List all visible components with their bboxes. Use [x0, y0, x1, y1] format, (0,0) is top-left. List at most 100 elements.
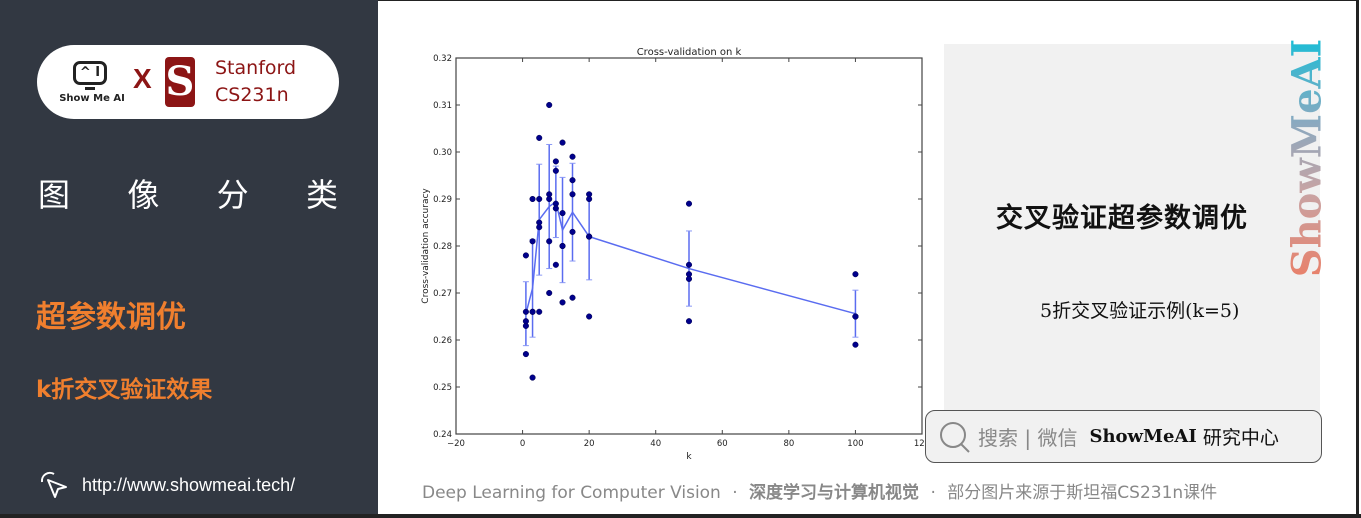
website-url[interactable]: http://www.showmeai.tech/: [82, 475, 295, 496]
data-point: [522, 322, 529, 329]
x-tick-label: 20: [584, 439, 595, 449]
search-placeholder: 搜索 | 微信: [978, 426, 1078, 450]
y-tick-label: 0.25: [433, 383, 452, 393]
y-tick-label: 0.26: [433, 336, 452, 346]
y-tick-label: 0.27: [433, 289, 452, 299]
footer: Deep Learning for Computer Vision · 深度学习…: [422, 478, 1217, 503]
data-point: [522, 308, 529, 315]
data-point: [546, 195, 553, 203]
right-panel: [944, 44, 1320, 440]
y-tick-label: 0.32: [433, 54, 452, 64]
data-point: [552, 167, 559, 174]
data-point: [559, 139, 566, 146]
y-tick-label: 0.30: [433, 148, 452, 158]
right-border: [1356, 0, 1359, 518]
data-point: [586, 313, 593, 320]
data-point: [529, 238, 536, 245]
data-point: [522, 351, 529, 358]
data-point: [546, 238, 553, 245]
website-link[interactable]: http://www.showmeai.tech/: [36, 470, 295, 500]
x-tick-label: −20: [447, 439, 465, 449]
brand-vertical-text: ShowMeAI: [1283, 38, 1331, 278]
logo-banner: ^ I Show Me AI X S Stanford CS231n: [37, 45, 339, 119]
showmeai-vertical-brand: ShowMeAI: [1284, 39, 1331, 278]
y-axis-label: Cross-validation accuracy: [421, 188, 431, 304]
data-point: [546, 289, 553, 297]
footer-separator: ·: [732, 483, 738, 503]
search-center-text: 研究中心: [1202, 427, 1279, 449]
data-point: [852, 341, 859, 348]
data-point: [586, 195, 593, 203]
topic-heading: 超参数调优: [36, 300, 186, 335]
stanford-s-letter: S: [165, 58, 195, 105]
data-point: [529, 195, 536, 203]
search-brand: ShowMeAI: [1089, 426, 1197, 447]
y-tick-label: 0.24: [433, 430, 452, 440]
y-tick-label: 0.28: [433, 242, 452, 252]
stanford-line1: Stanford: [215, 57, 297, 79]
section-char: 分: [216, 176, 249, 214]
x-tick-label: 60: [717, 439, 728, 449]
data-point: [569, 191, 576, 198]
section-char: 类: [305, 176, 338, 214]
data-point: [536, 195, 543, 203]
data-point: [685, 261, 693, 268]
data-point: [685, 318, 693, 325]
section-char: 像: [127, 176, 160, 214]
data-point: [546, 101, 553, 109]
data-point: [536, 134, 543, 141]
x-tick-label: 80: [783, 439, 794, 449]
cross-validation-chart: Cross-validation on k −20 0 20 40 60 80 100 120…: [421, 47, 930, 462]
data-point: [552, 205, 559, 212]
panel-title: 交叉验证超参数调优: [996, 203, 1248, 234]
x-tick-label: 40: [650, 439, 661, 449]
subtopic-heading: k折交叉验证效果: [36, 377, 213, 403]
bottom-border: [0, 514, 1361, 518]
data-point: [569, 153, 576, 160]
data-point: [685, 275, 693, 282]
cursor-click-icon: [40, 471, 67, 498]
stanford-logo-icon: S: [165, 57, 195, 107]
monitor-stand: [85, 87, 95, 90]
chart-title: Cross-validation on k: [637, 47, 742, 58]
data-point: [536, 308, 543, 315]
logo-face: ^ I: [79, 65, 101, 80]
data-point: [552, 261, 559, 268]
x-axis-label: k: [686, 452, 692, 462]
data-point: [529, 308, 536, 315]
y-tick-label: 0.31: [433, 101, 452, 111]
section-title: 图 像 分 类: [38, 170, 338, 216]
search-icon: [940, 421, 970, 453]
stanford-line2: CS231n: [215, 84, 289, 106]
data-point: [852, 271, 859, 278]
data-point: [559, 210, 566, 217]
panel-subtitle: 5折交叉验证示例(k=5): [1040, 300, 1240, 322]
data-point: [852, 313, 859, 320]
data-point: [685, 200, 693, 207]
data-point: [529, 374, 536, 381]
data-point: [559, 299, 566, 306]
search-box[interactable]: 搜索 | 微信 ShowMeAI 研究中心: [925, 410, 1322, 463]
data-point: [536, 224, 543, 231]
data-point: [569, 177, 576, 184]
footer-source: 部分图片来源于斯坦福CS231n课件: [947, 483, 1218, 503]
data-point: [569, 228, 576, 235]
footer-english: Deep Learning for Computer Vision: [422, 483, 721, 503]
showmeai-logo: ^ I Show Me AI: [59, 59, 129, 109]
data-point: [586, 233, 593, 240]
showmeai-logo-text: Show Me AI: [59, 93, 125, 104]
sidebar: ^ I Show Me AI X S Stanford CS231n 图 像 分…: [0, 0, 378, 518]
footer-separator: ·: [930, 483, 936, 503]
footer-course-name: 深度学习与计算机视觉: [749, 483, 920, 503]
data-point: [559, 242, 566, 250]
stanford-text: Stanford CS231n: [215, 55, 296, 109]
y-tick-label: 0.29: [433, 195, 452, 205]
x-tick-label: 100: [847, 439, 863, 449]
data-point: [569, 294, 576, 301]
data-point: [552, 158, 559, 165]
data-point: [522, 252, 529, 259]
monitor-icon: ^ I: [73, 61, 107, 85]
cross-mark: X: [133, 63, 152, 94]
section-char: 图: [38, 176, 71, 214]
x-tick-label: 0: [520, 439, 525, 449]
